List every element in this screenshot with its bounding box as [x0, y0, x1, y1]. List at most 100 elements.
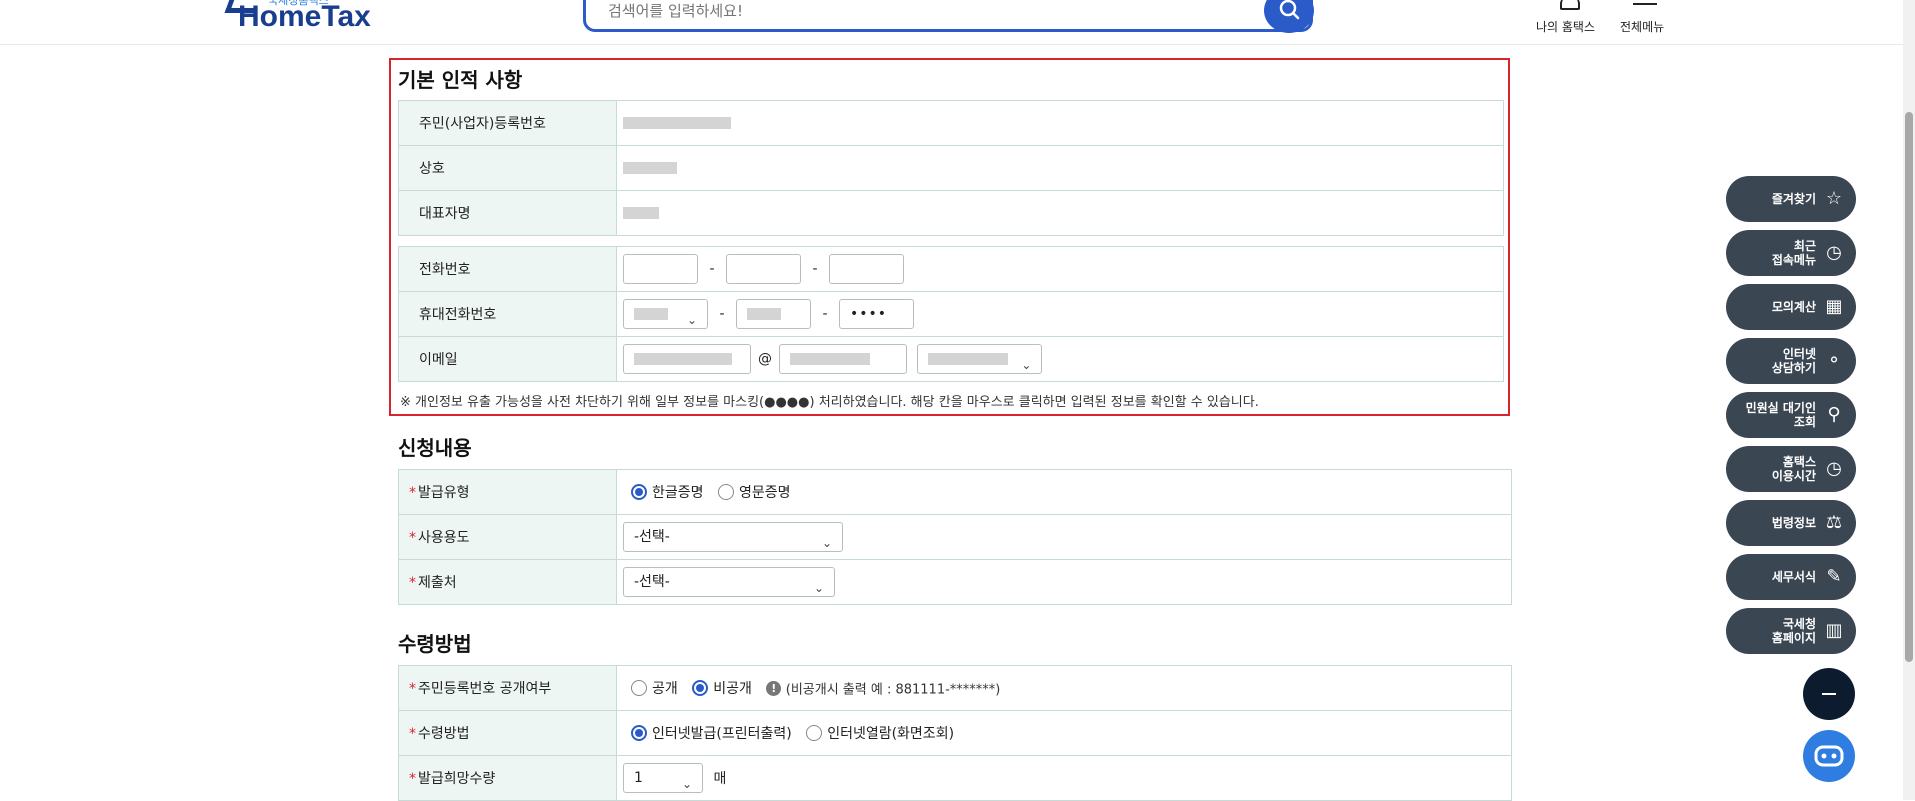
receive-title: 수령방법: [398, 632, 472, 656]
email-domain-select[interactable]: ⌄: [917, 344, 1043, 374]
table-row: * 발급유형 한글증명 영문증명: [398, 469, 1512, 515]
usage-label-text: 사용용도: [418, 530, 470, 546]
collapse-menu-button[interactable]: [1803, 668, 1855, 720]
info-icon[interactable]: !: [766, 680, 782, 696]
table-row: 이메일 @ ⌄: [398, 336, 1504, 382]
usage-label: * 사용용도: [398, 514, 617, 560]
issue-type-options: 한글증명 영문증명: [616, 469, 1512, 515]
side-menu-law[interactable]: 법령정보 ⚖: [1726, 500, 1856, 546]
phone-label: 전화번호: [398, 246, 617, 292]
side-menu-consult[interactable]: 인터넷 상담하기 ⚬: [1726, 338, 1856, 384]
bell-icon[interactable]: [1560, 0, 1580, 10]
chatbot-button[interactable]: [1803, 730, 1855, 782]
issue-type-label: * 발급유형: [398, 469, 617, 515]
representative-value: [616, 190, 1504, 236]
required-mark: *: [409, 771, 416, 787]
radio-internet-view[interactable]: [806, 725, 823, 741]
clock-icon: ◷: [1826, 242, 1842, 263]
table-row: * 발급희망수량 1 ⌄ 매: [398, 755, 1512, 801]
submit-to-label: * 제출처: [398, 559, 617, 605]
radio-internet-view-label[interactable]: 인터넷열람(화면조회): [827, 726, 954, 742]
email-domain-field[interactable]: [779, 344, 907, 374]
contact-table: 전화번호 -- 휴대전화번호 ⌄ - - •••• 이메일 @ ⌄: [398, 246, 1504, 382]
issue-type-label-text: 발급유형: [418, 485, 470, 501]
mobile-prefix-select[interactable]: ⌄: [623, 299, 708, 329]
receive-method-label-text: 수령방법: [418, 726, 470, 742]
radio-english-label[interactable]: 영문증명: [739, 485, 791, 501]
my-hometax-link[interactable]: 나의 홈택스: [1536, 18, 1595, 35]
all-menu-link[interactable]: 전체메뉴: [1620, 18, 1664, 35]
mobile-middle-field[interactable]: [736, 299, 811, 329]
radio-private[interactable]: [692, 680, 709, 696]
radio-private-label[interactable]: 비공개: [713, 681, 752, 697]
radio-internet-issue-label[interactable]: 인터넷발급(프린터출력): [652, 726, 792, 742]
mobile-label: 휴대전화번호: [398, 291, 617, 337]
rrn-disclosure-options: 공개 비공개 ! (비공개시 출력 예 : 881111-*******): [616, 665, 1512, 711]
quantity-select[interactable]: 1 ⌄: [623, 763, 703, 793]
phone-fields: --: [616, 246, 1504, 292]
dash-separator: -: [709, 261, 715, 277]
side-menu-label: 최근 접속메뉴: [1771, 239, 1816, 267]
usage-select[interactable]: -선택- ⌄: [623, 522, 843, 552]
phone-field-1[interactable]: [623, 254, 698, 284]
side-menu-waiting[interactable]: 민원실 대기인 조회 ⚲: [1726, 392, 1856, 438]
side-menu-forms[interactable]: 세무서식 ✎: [1726, 554, 1856, 600]
side-menu-recent[interactable]: 최근 접속메뉴 ◷: [1726, 230, 1856, 276]
radio-korean[interactable]: [631, 484, 647, 500]
alarm-clock-icon: ◷: [1826, 458, 1842, 479]
radio-korean-label[interactable]: 한글증명: [652, 485, 704, 501]
radio-public[interactable]: [631, 680, 647, 696]
email-fields: @ ⌄: [616, 336, 1504, 382]
table-row: 주민(사업자)등록번호: [398, 100, 1504, 146]
search-input[interactable]: [606, 1, 1210, 21]
masking-notice: ※ 개인정보 유출 가능성을 사전 차단하기 위해 일부 정보를 마스킹(●●●…: [400, 395, 1259, 410]
radio-internet-issue[interactable]: [631, 725, 647, 741]
email-id-field[interactable]: [623, 344, 751, 374]
at-sign: @: [758, 351, 772, 367]
rrn-hint: (비공개시 출력 예 : 881111-*******): [785, 682, 1001, 698]
quantity-cell: 1 ⌄ 매: [616, 755, 1512, 801]
document-edit-icon: ✎: [1826, 566, 1842, 587]
masked-value: [790, 353, 870, 365]
side-menu-label: 국세청 홈페이지: [1771, 617, 1816, 645]
side-menu-hours[interactable]: 홈택스 이용시간 ◷: [1726, 446, 1856, 492]
quantity-unit: 매: [713, 771, 727, 787]
required-mark: *: [409, 575, 416, 591]
receive-method-label: * 수령방법: [398, 710, 617, 756]
masked-value: [623, 207, 659, 219]
dash-separator: -: [822, 306, 828, 322]
phone-field-3[interactable]: [829, 254, 904, 284]
chevron-down-icon: ⌄: [813, 581, 824, 595]
required-mark: *: [409, 726, 416, 742]
rrn-disclosure-label-text: 주민등록번호 공개여부: [418, 681, 552, 697]
masked-value: [928, 353, 1009, 365]
required-mark: *: [409, 530, 416, 546]
mobile-last-field[interactable]: ••••: [839, 299, 914, 329]
side-menu-label: 세무서식: [1771, 570, 1816, 584]
rrn-value: [616, 100, 1504, 146]
application-table: * 발급유형 한글증명 영문증명 * 사용용도 -선택- ⌄ * 제출처 -선택- ⌄: [398, 469, 1512, 605]
usage-cell: -선택- ⌄: [616, 514, 1512, 560]
radio-public-label[interactable]: 공개: [652, 681, 678, 697]
side-menu-favorites[interactable]: 즐겨찾기 ☆: [1726, 176, 1856, 222]
table-row: 상호: [398, 145, 1504, 191]
search-icon: [1279, 0, 1300, 20]
side-menu-simulation[interactable]: 모의계산 ▦: [1726, 284, 1856, 330]
submit-to-select-value: -선택-: [634, 574, 670, 590]
radio-english[interactable]: [717, 484, 734, 500]
side-menu-label: 민원실 대기인 조회: [1745, 401, 1816, 429]
receive-method-options: 인터넷발급(프린터출력) 인터넷열람(화면조회): [616, 710, 1512, 756]
required-mark: *: [409, 485, 416, 501]
side-menu-nts-home[interactable]: 국세청 홈페이지 ▥: [1726, 608, 1856, 654]
table-row: * 수령방법 인터넷발급(프린터출력) 인터넷열람(화면조회): [398, 710, 1512, 756]
phone-field-2[interactable]: [726, 254, 801, 284]
menu-icon[interactable]: [1633, 3, 1657, 5]
page-scrollbar[interactable]: [1903, 0, 1915, 800]
side-menu-label: 인터넷 상담하기: [1771, 347, 1816, 375]
usage-select-value: -선택-: [634, 529, 670, 545]
calculator-icon: ▦: [1825, 296, 1843, 317]
submit-to-select[interactable]: -선택- ⌄: [623, 567, 835, 597]
dash-separator: -: [719, 306, 725, 322]
scrollbar-thumb[interactable]: [1905, 112, 1913, 662]
search-button[interactable]: [1264, 0, 1314, 33]
